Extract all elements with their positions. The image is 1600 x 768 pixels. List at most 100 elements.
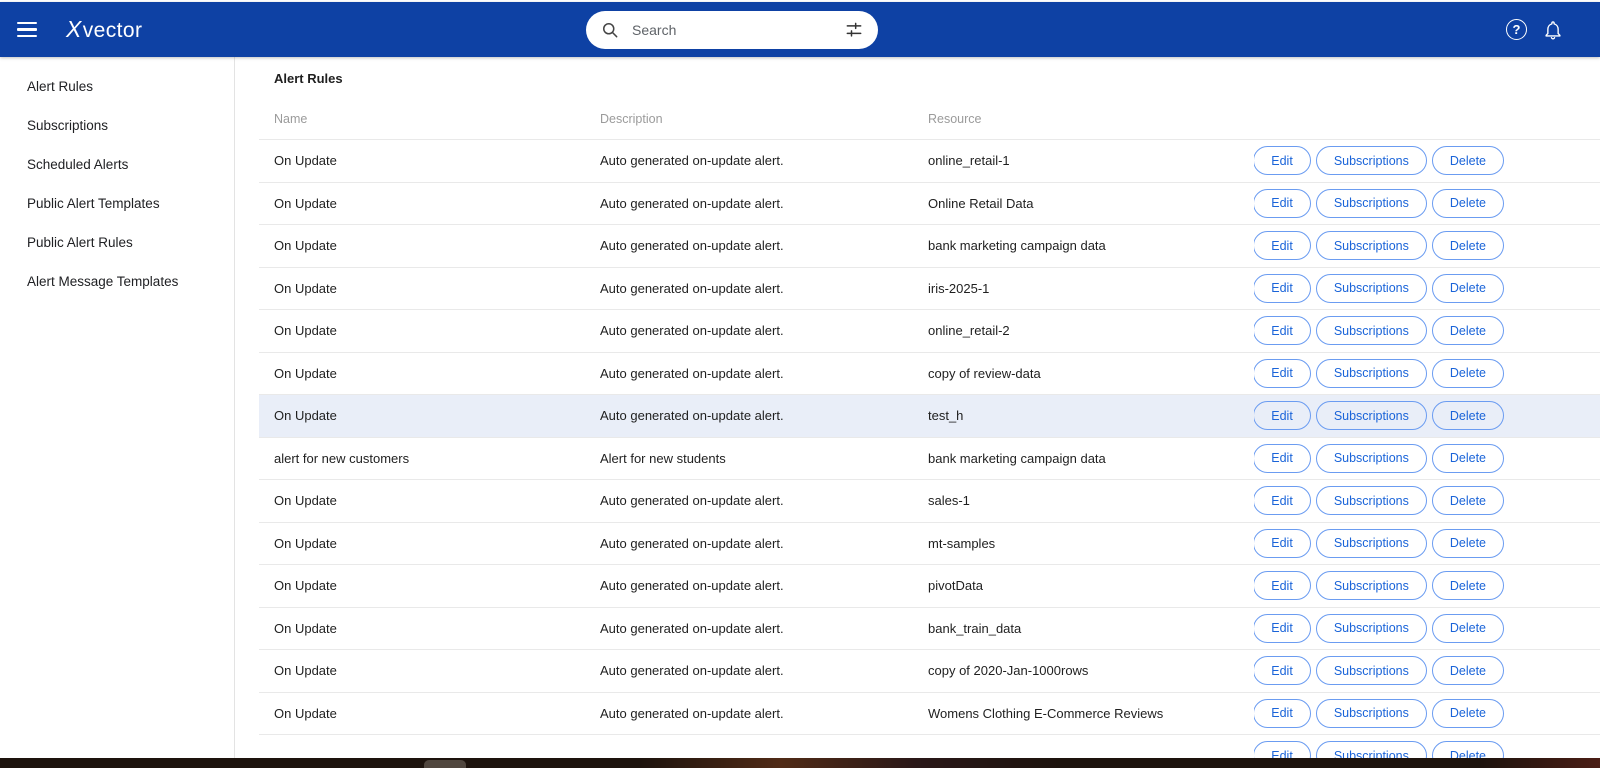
- sidebar-item[interactable]: Subscriptions: [0, 106, 234, 145]
- row-actions: Edit Subscriptions Delete: [1254, 443, 1504, 473]
- delete-button[interactable]: Delete: [1431, 698, 1504, 728]
- cell-resource: online_retail-2: [928, 323, 1010, 339]
- table-row[interactable]: On Update Auto generated on-update alert…: [259, 310, 1600, 353]
- sidebar-item-label: Scheduled Alerts: [27, 157, 129, 172]
- sidebar-item[interactable]: Public Alert Templates: [0, 184, 234, 223]
- subscriptions-button[interactable]: Subscriptions: [1315, 146, 1427, 176]
- sidebar-item-label: Public Alert Templates: [27, 196, 160, 211]
- cell-resource: sales-1: [928, 493, 970, 509]
- subscriptions-button[interactable]: Subscriptions: [1315, 486, 1427, 516]
- table-row[interactable]: On Update Auto generated on-update alert…: [259, 268, 1600, 310]
- cell-resource: bank_train_data: [928, 620, 1022, 636]
- edit-button[interactable]: Edit: [1254, 401, 1311, 431]
- search-input[interactable]: [630, 20, 844, 39]
- menu-icon[interactable]: [10, 13, 44, 47]
- subscriptions-button[interactable]: Subscriptions: [1315, 571, 1427, 601]
- subscriptions-button[interactable]: Subscriptions: [1315, 401, 1427, 431]
- subscriptions-button[interactable]: Subscriptions: [1315, 656, 1427, 686]
- delete-button[interactable]: Delete: [1431, 231, 1504, 261]
- delete-button[interactable]: Delete: [1431, 401, 1504, 431]
- table-row[interactable]: On Update Auto generated on-update alert…: [259, 353, 1600, 395]
- delete-button[interactable]: Delete: [1431, 443, 1504, 473]
- row-actions: Edit Subscriptions Delete: [1254, 613, 1504, 643]
- subscriptions-button[interactable]: Subscriptions: [1315, 316, 1427, 346]
- search-bar[interactable]: [586, 10, 878, 49]
- table-row[interactable]: On Update Auto generated on-update alert…: [259, 480, 1600, 523]
- subscriptions-button[interactable]: Subscriptions: [1315, 231, 1427, 261]
- table-row[interactable]: On Update Auto generated on-update alert…: [259, 140, 1600, 183]
- cell-description: Auto generated on-update alert.: [600, 323, 784, 339]
- logo-text: vector: [82, 19, 143, 42]
- delete-button[interactable]: Delete: [1431, 486, 1504, 516]
- cell-name: On Update: [274, 663, 337, 679]
- subscriptions-button[interactable]: Subscriptions: [1315, 188, 1427, 218]
- edit-button[interactable]: Edit: [1254, 358, 1311, 388]
- edit-button[interactable]: Edit: [1254, 273, 1311, 303]
- column-header-name: Name: [274, 112, 308, 126]
- edit-button[interactable]: Edit: [1254, 613, 1311, 643]
- help-icon[interactable]: ?: [1506, 19, 1527, 40]
- table-row[interactable]: On Update Auto generated on-update alert…: [259, 565, 1600, 608]
- delete-button[interactable]: Delete: [1431, 571, 1504, 601]
- delete-button[interactable]: Delete: [1431, 316, 1504, 346]
- edit-button[interactable]: Edit: [1254, 528, 1311, 558]
- subscriptions-button[interactable]: Subscriptions: [1315, 358, 1427, 388]
- cell-name: alert for new customers: [274, 450, 410, 466]
- table-row[interactable]: On Update Auto generated on-update alert…: [259, 395, 1600, 438]
- cell-resource: Online Retail Data: [928, 195, 1034, 211]
- taskbar-strip: [0, 758, 1600, 768]
- edit-button[interactable]: Edit: [1254, 146, 1311, 176]
- edit-button[interactable]: Edit: [1254, 571, 1311, 601]
- cell-description: Alert for new students: [600, 450, 726, 466]
- header-actions: ?: [1506, 2, 1564, 57]
- table-row[interactable]: On Update Auto generated on-update alert…: [259, 608, 1600, 650]
- cell-name: On Update: [274, 493, 337, 509]
- table-row[interactable]: On Update Auto generated on-update alert…: [259, 225, 1600, 268]
- delete-button[interactable]: Delete: [1431, 146, 1504, 176]
- edit-button[interactable]: Edit: [1254, 486, 1311, 516]
- subscriptions-button[interactable]: Subscriptions: [1315, 613, 1427, 643]
- subscriptions-button[interactable]: Subscriptions: [1315, 443, 1427, 473]
- notifications-bell-icon[interactable]: [1542, 19, 1564, 41]
- cell-description: Auto generated on-update alert.: [600, 153, 784, 169]
- subscriptions-button[interactable]: Subscriptions: [1315, 528, 1427, 558]
- sidebar-item-label: Subscriptions: [27, 118, 109, 133]
- cell-description: Auto generated on-update alert.: [600, 238, 784, 254]
- edit-button[interactable]: Edit: [1254, 698, 1311, 728]
- tune-icon[interactable]: [844, 20, 864, 40]
- cell-name: On Update: [274, 705, 337, 721]
- table-row[interactable]: On Update Auto generated on-update alert…: [259, 693, 1600, 735]
- sidebar-item[interactable]: Public Alert Rules: [0, 223, 234, 262]
- cell-resource: copy of review-data: [928, 365, 1041, 381]
- app-root: Xvector ?: [0, 0, 1600, 768]
- delete-button[interactable]: Delete: [1431, 188, 1504, 218]
- edit-button[interactable]: Edit: [1254, 231, 1311, 261]
- cell-description: Auto generated on-update alert.: [600, 408, 784, 424]
- cell-name: On Update: [274, 238, 337, 254]
- edit-button[interactable]: Edit: [1254, 316, 1311, 346]
- sidebar-item-label: Alert Rules: [27, 79, 94, 94]
- sidebar-item-label: Alert Message Templates: [27, 274, 179, 289]
- table-row[interactable]: On Update Auto generated on-update alert…: [259, 650, 1600, 693]
- sidebar-item[interactable]: Scheduled Alerts: [0, 145, 234, 184]
- subscriptions-button[interactable]: Subscriptions: [1315, 273, 1427, 303]
- row-actions: Edit Subscriptions Delete: [1254, 358, 1504, 388]
- delete-button[interactable]: Delete: [1431, 613, 1504, 643]
- sidebar-item[interactable]: Alert Message Templates: [0, 262, 234, 301]
- app-header: Xvector ?: [0, 2, 1600, 57]
- table-row[interactable]: alert for new customers Alert for new st…: [259, 438, 1600, 480]
- table-row[interactable]: On Update Auto generated on-update alert…: [259, 523, 1600, 565]
- sidebar-item[interactable]: Alert Rules: [0, 67, 234, 106]
- delete-button[interactable]: Delete: [1431, 273, 1504, 303]
- cell-name: On Update: [274, 323, 337, 339]
- delete-button[interactable]: Delete: [1431, 528, 1504, 558]
- taskbar-item[interactable]: [424, 760, 466, 768]
- subscriptions-button[interactable]: Subscriptions: [1315, 698, 1427, 728]
- cell-description: Auto generated on-update alert.: [600, 493, 784, 509]
- delete-button[interactable]: Delete: [1431, 358, 1504, 388]
- delete-button[interactable]: Delete: [1431, 656, 1504, 686]
- edit-button[interactable]: Edit: [1254, 188, 1311, 218]
- edit-button[interactable]: Edit: [1254, 656, 1311, 686]
- edit-button[interactable]: Edit: [1254, 443, 1311, 473]
- table-row[interactable]: On Update Auto generated on-update alert…: [259, 183, 1600, 225]
